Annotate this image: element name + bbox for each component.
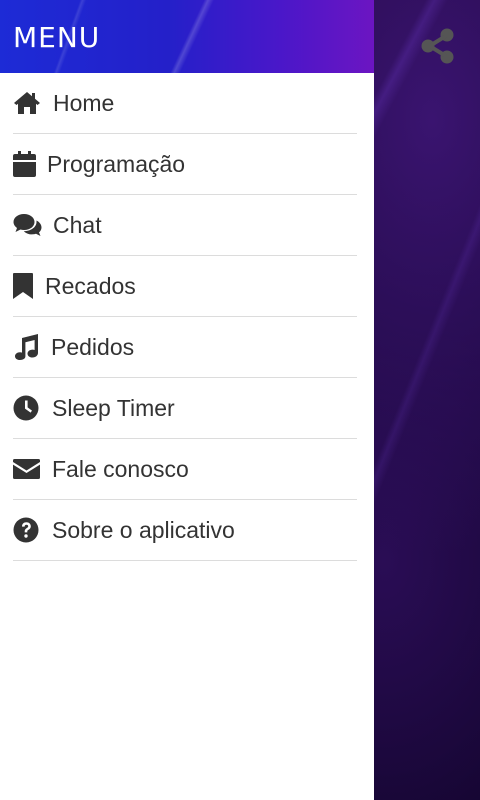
navigation-drawer: MENU Home Programação Chat Recados Pedid… [0,0,374,800]
music-note-icon [13,332,41,362]
menu-item-label: Home [53,89,115,116]
envelope-icon [13,454,42,484]
menu-list: Home Programação Chat Recados Pedidos Sl… [0,73,374,561]
menu-item-label: Pedidos [51,333,135,360]
bookmark-icon [13,271,35,301]
menu-item-sobre[interactable]: Sobre o aplicativo [13,500,357,561]
menu-item-chat[interactable]: Chat [13,195,357,256]
menu-item-programacao[interactable]: Programação [13,134,357,195]
menu-item-sleep-timer[interactable]: Sleep Timer [13,378,357,439]
menu-item-label: Programação [47,150,186,177]
drawer-header: MENU [0,0,374,73]
share-icon [421,28,454,64]
home-icon [13,88,43,118]
drawer-title: MENU [13,21,101,54]
share-button[interactable] [418,26,458,66]
menu-item-home[interactable]: Home [13,73,357,134]
clock-icon [13,393,42,423]
menu-item-label: Chat [53,211,102,238]
chat-icon [13,210,43,240]
menu-item-label: Sleep Timer [52,394,175,421]
calendar-icon [13,149,37,179]
menu-item-pedidos[interactable]: Pedidos [13,317,357,378]
menu-item-recados[interactable]: Recados [13,256,357,317]
menu-item-label: Sobre o aplicativo [52,516,235,543]
menu-item-fale-conosco[interactable]: Fale conosco [13,439,357,500]
menu-item-label: Fale conosco [52,455,189,482]
question-circle-icon [13,515,42,545]
menu-item-label: Recados [45,272,136,299]
